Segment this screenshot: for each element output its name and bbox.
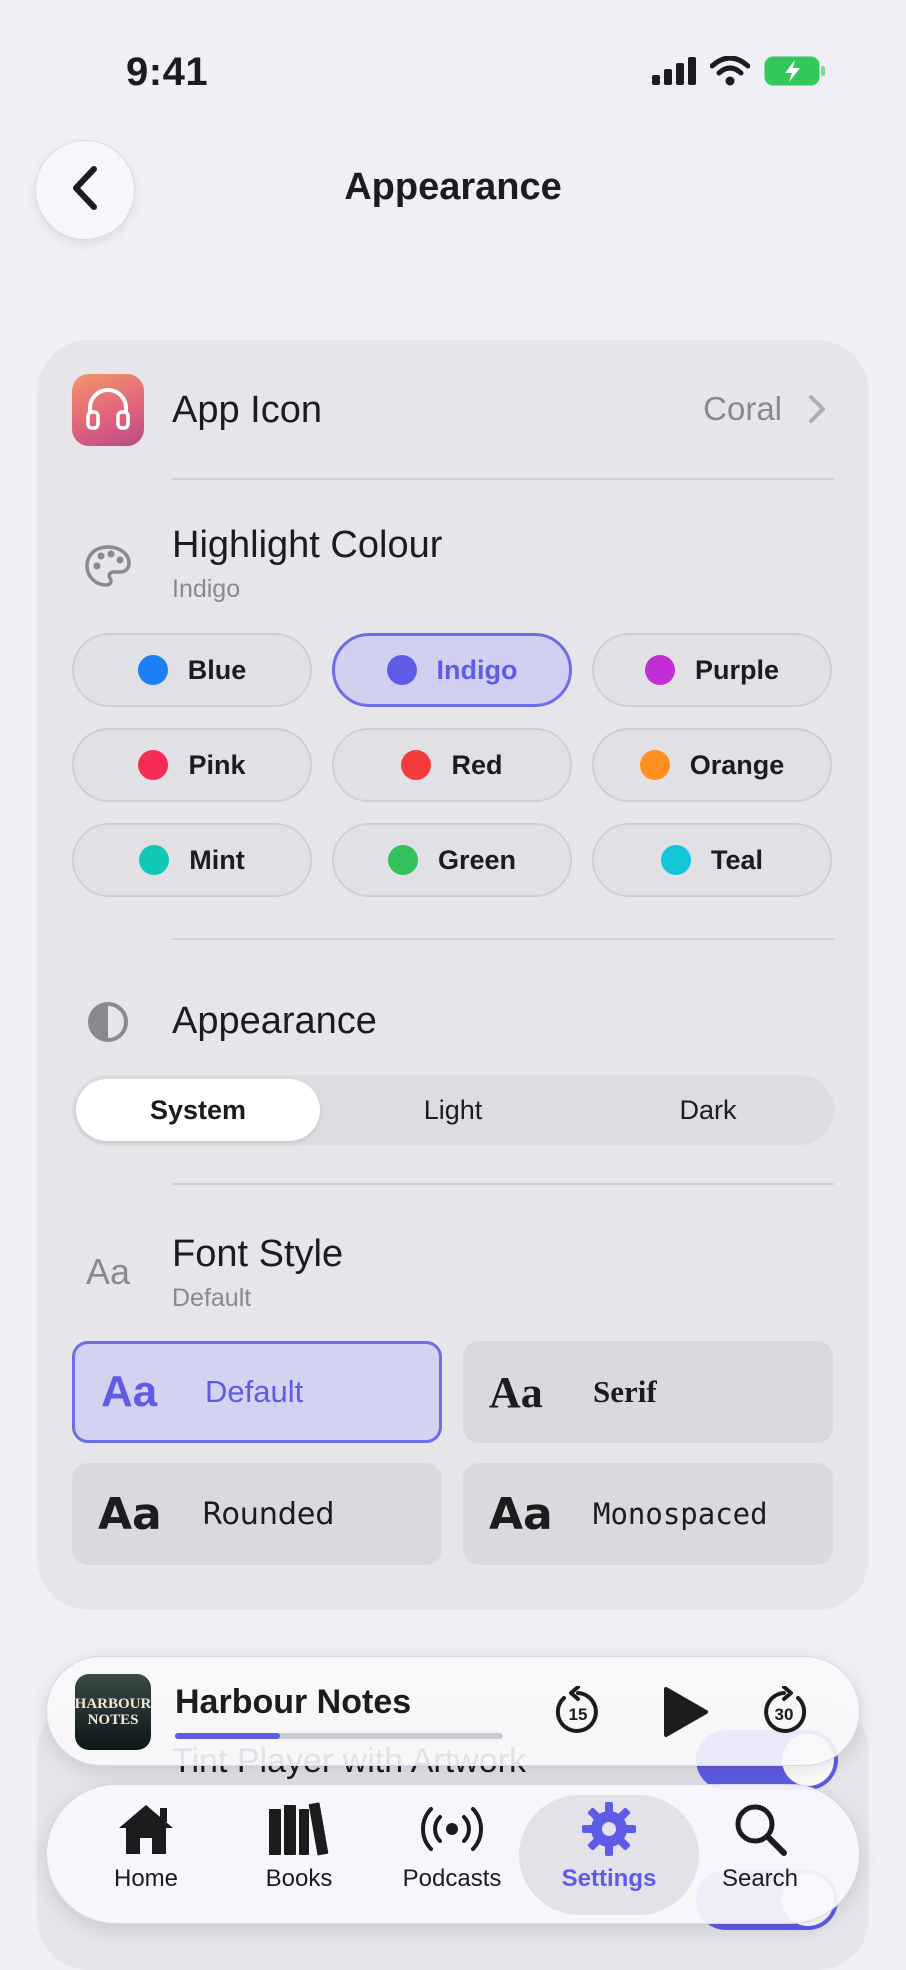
color-chip-label: Red [451, 749, 503, 780]
color-dot [139, 845, 170, 875]
skip-back-15-button[interactable]: 15 [551, 1685, 605, 1739]
tab-label: Settings [561, 1865, 657, 1892]
status-time: 9:41 [126, 50, 209, 94]
color-chip-blue[interactable]: Blue [72, 633, 312, 707]
skip-back-seconds: 15 [569, 1705, 588, 1724]
artwork-text-line1: HARBOUR [75, 1696, 151, 1712]
play-icon [664, 1687, 708, 1737]
font-sample: Aa [489, 1367, 543, 1417]
tab-podcasts[interactable]: Podcasts [377, 1797, 527, 1913]
color-chip-label: Green [437, 844, 517, 875]
font-style-value: Default [172, 1284, 252, 1312]
color-dot [639, 750, 670, 780]
palette-icon [82, 540, 134, 592]
artwork-text-line2: NOTES [87, 1712, 139, 1728]
battery-charging-icon [764, 56, 826, 91]
color-dot [401, 750, 432, 780]
playback-progress-bar[interactable] [175, 1733, 503, 1739]
segment-system[interactable]: System [76, 1079, 320, 1141]
color-dot [138, 750, 169, 780]
podcasts-icon [417, 1797, 487, 1861]
color-chip-purple[interactable]: Purple [592, 633, 832, 707]
home-icon [116, 1797, 176, 1861]
divider [172, 938, 834, 940]
status-bar: 9:41 [0, 0, 906, 130]
font-aa-icon: Aa [85, 1251, 131, 1292]
books-icon [267, 1797, 331, 1861]
player-title[interactable]: Harbour Notes [175, 1683, 411, 1722]
font-option-monospaced[interactable]: Aa Monospaced [463, 1463, 833, 1565]
color-chip-orange[interactable]: Orange [592, 728, 832, 802]
font-option-label: Monospaced [593, 1497, 768, 1531]
highlight-colour-label: Highlight Colour [172, 524, 443, 566]
appearance-segmented-control: System Light Dark [72, 1075, 834, 1145]
highlight-colour-value: Indigo [172, 575, 241, 603]
color-dot [387, 845, 418, 875]
color-chip-indigo[interactable]: Indigo [332, 633, 572, 707]
playback-progress-fill [175, 1733, 280, 1739]
font-sample: Aa [489, 1488, 553, 1540]
tab-label: Home [113, 1865, 179, 1892]
font-option-rounded[interactable]: Aa Rounded [72, 1463, 442, 1565]
wifi-icon [709, 55, 751, 91]
tab-home[interactable]: Home [71, 1797, 221, 1913]
play-button[interactable] [655, 1681, 715, 1743]
mini-player[interactable]: HARBOUR NOTES Harbour Notes 15 30 [46, 1656, 860, 1766]
tab-settings[interactable]: Settings [534, 1797, 684, 1913]
font-option-default[interactable]: Aa Default [72, 1341, 442, 1443]
font-option-label: Rounded [202, 1496, 335, 1532]
font-option-serif[interactable]: Aa Serif [463, 1341, 833, 1443]
color-chip-label: Mint [189, 844, 245, 875]
color-chip-label: Purple [694, 654, 780, 685]
app-icon-preview [72, 374, 144, 446]
font-sample: Aa [101, 1367, 158, 1416]
search-icon [732, 1797, 788, 1861]
tab-search[interactable]: Search [685, 1797, 835, 1913]
divider [172, 478, 834, 480]
color-chip-green[interactable]: Green [332, 823, 572, 897]
color-chip-teal[interactable]: Teal [592, 823, 832, 897]
font-sample: Aa [98, 1488, 162, 1540]
color-dot [660, 845, 691, 875]
color-chip-label: Orange [689, 749, 785, 780]
divider [172, 1183, 834, 1185]
color-chip-label: Pink [188, 749, 246, 780]
tab-books[interactable]: Books [224, 1797, 374, 1913]
color-dot [137, 655, 168, 685]
tab-label: Books [265, 1865, 333, 1892]
color-chip-red[interactable]: Red [332, 728, 572, 802]
appearance-label: Appearance [172, 1000, 377, 1042]
podcast-artwork: HARBOUR NOTES [75, 1674, 151, 1750]
color-chip-mint[interactable]: Mint [72, 823, 312, 897]
app-icon-value[interactable]: Coral [703, 390, 782, 428]
skip-forward-icon: 30 [764, 1686, 807, 1733]
chevron-right-icon[interactable] [808, 394, 826, 429]
color-chip-label: Teal [710, 844, 764, 875]
font-option-label: Default [205, 1374, 304, 1409]
color-dot [644, 655, 675, 685]
tab-label: Podcasts [402, 1865, 502, 1892]
color-chip-label: Indigo [436, 654, 518, 685]
status-icons [652, 55, 826, 91]
page-title: Appearance [344, 166, 562, 208]
color-dot [386, 655, 417, 685]
skip-forward-30-button[interactable]: 30 [757, 1685, 811, 1739]
font-option-label: Serif [593, 1374, 657, 1409]
cellular-signal-icon [652, 57, 696, 90]
tab-label: Search [721, 1865, 799, 1892]
segment-dark[interactable]: Dark [586, 1079, 830, 1141]
settings-icon [580, 1797, 638, 1861]
skip-back-icon: 15 [555, 1686, 598, 1733]
segment-light[interactable]: Light [331, 1079, 575, 1141]
tab-bar: Home Books Podcasts Settings Search [46, 1784, 860, 1924]
font-style-label: Font Style [172, 1233, 344, 1275]
app-icon-label[interactable]: App Icon [172, 389, 322, 432]
headphones-icon [82, 382, 134, 439]
skip-forward-seconds: 30 [775, 1705, 794, 1724]
contrast-icon [86, 1000, 130, 1044]
color-chip-label: Blue [187, 654, 247, 685]
color-chip-pink[interactable]: Pink [72, 728, 312, 802]
